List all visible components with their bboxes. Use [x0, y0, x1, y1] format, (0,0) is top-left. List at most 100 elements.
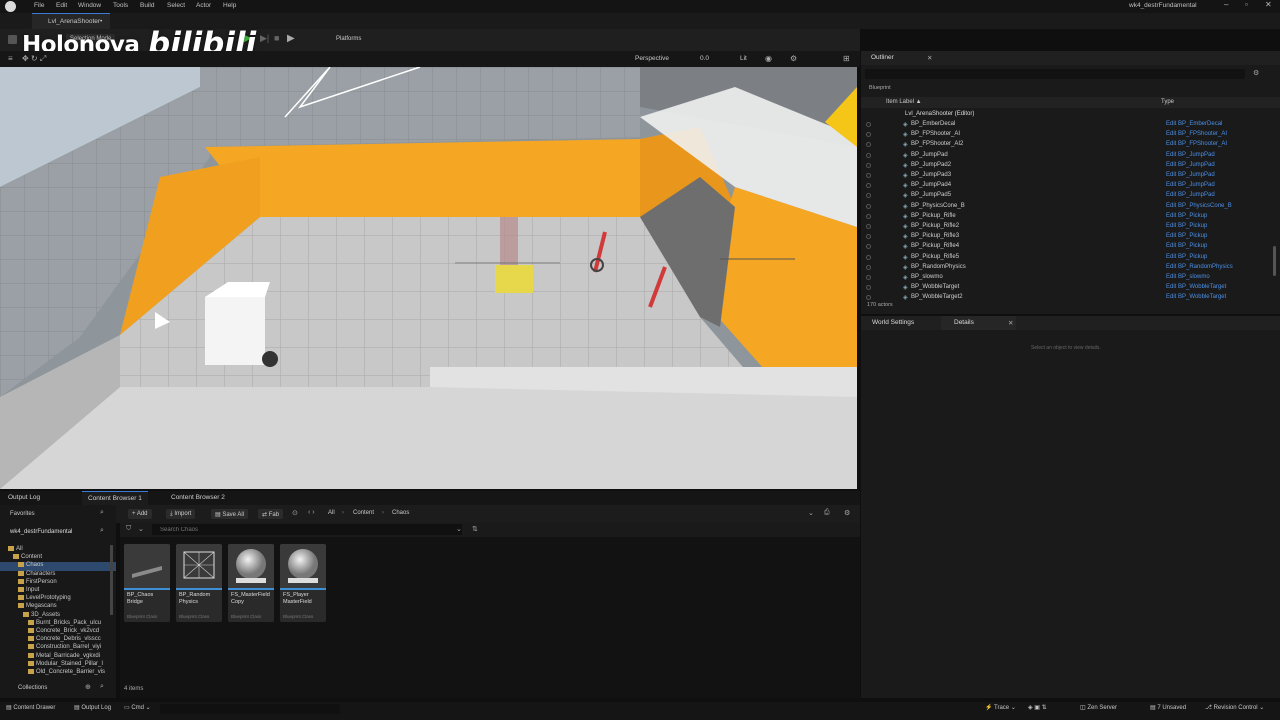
- menu-edit[interactable]: Edit: [56, 2, 67, 9]
- perspective-dropdown[interactable]: Perspective: [635, 55, 669, 62]
- folder-item[interactable]: Characters: [0, 570, 116, 579]
- asset-tile[interactable]: FS_MasterField Copy Blueprint Class: [228, 544, 274, 622]
- launch-icon[interactable]: ▶: [287, 33, 295, 44]
- actor-type-link[interactable]: Edit BP_JumpPad: [1166, 172, 1215, 178]
- search-dropdown-icon[interactable]: ⌄: [456, 525, 462, 533]
- transform-tools-icon[interactable]: ✥ ↻ ⤢: [22, 54, 46, 64]
- asset-tile[interactable]: BP_Chaos Bridge Blueprint Class: [124, 544, 170, 622]
- breadcrumb-content[interactable]: Content: [353, 510, 374, 516]
- outliner-row[interactable]: ◈ BP_EmberDecal Edit BP_EmberDecal: [861, 120, 1280, 130]
- outliner-row[interactable]: ◈ BP_JumpPad2 Edit BP_JumpPad: [861, 161, 1280, 171]
- outliner-row[interactable]: ◈ BP_RandomPhysics Edit BP_RandomPhysics: [861, 263, 1280, 273]
- actor-type-link[interactable]: Edit BP_Pickup: [1166, 213, 1207, 219]
- status-icons[interactable]: ◈ ▣ ⇅: [1028, 704, 1047, 711]
- folder-item[interactable]: Metal_Barricade_vgkxdi: [0, 652, 116, 661]
- platforms-dropdown[interactable]: Platforms: [332, 34, 365, 44]
- actor-type-link[interactable]: Edit BP_Pickup: [1166, 233, 1207, 239]
- folder-item[interactable]: Burnt_Bricks_Pack_ulcu: [0, 619, 116, 628]
- visibility-icon[interactable]: [866, 224, 871, 229]
- level-viewport[interactable]: [0, 67, 857, 489]
- unreal-logo-icon[interactable]: [5, 1, 16, 12]
- history-icon[interactable]: ⊙: [292, 509, 298, 517]
- camera-speed[interactable]: 0.0: [700, 55, 709, 62]
- visibility-icon[interactable]: [866, 162, 871, 168]
- visibility-icon[interactable]: [866, 152, 871, 158]
- outliner-row[interactable]: ◈ BP_JumpPad3 Edit BP_JumpPad: [861, 171, 1280, 181]
- actor-type-link[interactable]: Edit BP_EmberDecal: [1166, 121, 1222, 127]
- outliner-settings-icon[interactable]: ⚙: [1253, 69, 1259, 77]
- save-icon[interactable]: [8, 35, 17, 44]
- visibility-icon[interactable]: [866, 203, 871, 209]
- lock-icon[interactable]: ⎙: [824, 509, 830, 517]
- actor-type-link[interactable]: Edit BP_JumpPad: [1166, 192, 1215, 198]
- output-log-button[interactable]: ▤ Output Log: [74, 704, 111, 711]
- visibility-icon[interactable]: [866, 183, 871, 189]
- visibility-icon[interactable]: [866, 275, 871, 280]
- folder-item[interactable]: Chaos: [0, 562, 116, 571]
- tree-scrollbar[interactable]: [110, 545, 113, 615]
- outliner-row[interactable]: ◈ BP_JumpPad5 Edit BP_JumpPad: [861, 191, 1280, 201]
- visibility-icon[interactable]: [866, 264, 871, 270]
- project-root[interactable]: wk4_destrFundamental: [10, 529, 72, 535]
- details-tab[interactable]: Details: [954, 319, 974, 326]
- filter-dropdown-icon[interactable]: ⌄: [138, 525, 144, 533]
- grid-snap-icon[interactable]: ⚙: [790, 54, 797, 63]
- outliner-row[interactable]: ◈ BP_FPShooter_AI Edit BP_FPShooter_AI: [861, 130, 1280, 140]
- visibility-icon[interactable]: [866, 193, 871, 199]
- actor-type-link[interactable]: Edit BP_WobbleTarget: [1166, 294, 1226, 300]
- folder-item[interactable]: Content: [0, 554, 116, 562]
- console-input[interactable]: [160, 704, 340, 714]
- visibility-icon[interactable]: [866, 142, 871, 148]
- content-browser-2-tab[interactable]: Content Browser 2: [165, 491, 231, 505]
- folder-item[interactable]: Concrete_Debris_vlsscc: [0, 636, 116, 644]
- lit-dropdown[interactable]: Lit: [740, 55, 747, 62]
- add-button[interactable]: + Add: [128, 509, 152, 519]
- close-window-icon[interactable]: ✕: [1265, 0, 1272, 9]
- visibility-icon[interactable]: [866, 285, 871, 291]
- outliner-row[interactable]: ◈ BP_JumpPad Edit BP_JumpPad: [861, 151, 1280, 161]
- visibility-icon[interactable]: [866, 213, 871, 219]
- cb-settings-icon[interactable]: ⚙: [844, 509, 850, 517]
- actor-type-link[interactable]: Edit BP_WobbleTarget: [1166, 284, 1226, 290]
- outliner-scrollbar[interactable]: [1273, 246, 1276, 276]
- show-icon[interactable]: ◉: [765, 54, 772, 63]
- visibility-icon[interactable]: [866, 132, 871, 138]
- menu-help[interactable]: Help: [223, 2, 236, 9]
- actor-type-link[interactable]: Edit BP_RandomPhysics: [1166, 264, 1233, 270]
- menu-select[interactable]: Select: [167, 2, 185, 9]
- outliner-row[interactable]: ◈ BP_slowmo Edit BP_slowmo: [861, 273, 1280, 283]
- folder-item[interactable]: 3D_Assets: [0, 611, 116, 620]
- level-tab[interactable]: Lvl_ArenaShooter•: [32, 13, 110, 29]
- menu-file[interactable]: File: [34, 2, 44, 9]
- back-icon[interactable]: ‹ ›: [308, 509, 315, 516]
- outliner-row[interactable]: ◈ BP_JumpPad4 Edit BP_JumpPad: [861, 181, 1280, 191]
- outliner-row[interactable]: ◈ BP_Pickup_Rifle4 Edit BP_Pickup: [861, 242, 1280, 252]
- stop-icon[interactable]: ■: [274, 33, 279, 43]
- folder-item[interactable]: All: [0, 546, 116, 554]
- add-collection-icon[interactable]: ⊕: [85, 683, 91, 691]
- folder-item[interactable]: Concrete_Brick_vk2vcd: [0, 628, 116, 636]
- details-tab-bg[interactable]: [941, 316, 1016, 330]
- zen-server-button[interactable]: ◫ Zen Server: [1080, 704, 1117, 711]
- content-browser-1-tab[interactable]: Content Browser 1: [82, 491, 148, 505]
- breadcrumb-dropdown-icon[interactable]: ⌄: [808, 509, 814, 517]
- visibility-icon[interactable]: [866, 234, 871, 240]
- menu-tools[interactable]: Tools: [113, 2, 128, 9]
- import-button[interactable]: ⤓ Import: [166, 509, 196, 519]
- sort-icon[interactable]: ⇅: [472, 525, 478, 533]
- asset-tile[interactable]: FS_Player MasterField Blueprint Class: [280, 544, 326, 622]
- breadcrumb-all[interactable]: All: [328, 510, 335, 516]
- cmd-dropdown[interactable]: ▭ Cmd ⌄: [124, 704, 151, 711]
- save-all-button[interactable]: ▤ Save All: [211, 509, 249, 519]
- breadcrumb-chaos[interactable]: Chaos: [392, 510, 409, 516]
- outliner-row[interactable]: ◈ BP_Pickup_Rifle5 Edit BP_Pickup: [861, 253, 1280, 263]
- actor-type-link[interactable]: Edit BP_FPShooter_AI: [1166, 131, 1227, 137]
- folder-item[interactable]: Construction_Barrel_viyi: [0, 644, 116, 652]
- collections-label[interactable]: Collections: [18, 685, 47, 691]
- actor-type-link[interactable]: Edit BP_slowmo: [1166, 274, 1210, 280]
- close-details-icon[interactable]: ✕: [1008, 319, 1013, 327]
- visibility-icon[interactable]: [866, 295, 871, 301]
- actor-type-link[interactable]: Edit BP_Pickup: [1166, 223, 1207, 229]
- visibility-icon[interactable]: [866, 254, 871, 260]
- sources-search-icon[interactable]: ⌕: [100, 527, 104, 535]
